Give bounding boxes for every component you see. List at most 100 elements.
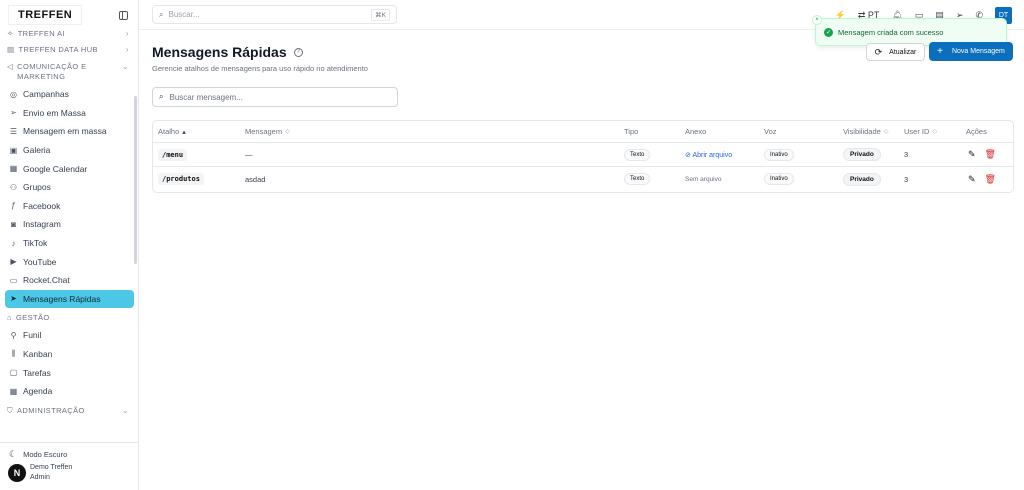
user-menu[interactable]: N Demo Treffen Admin (0, 460, 139, 483)
tiktok-icon: ♪ (11, 238, 16, 248)
user-role: Admin (30, 474, 50, 481)
shortcut-badge: ⌘K (371, 8, 390, 21)
message-text: — (245, 150, 253, 159)
chevron-right-icon: › (125, 30, 129, 38)
kanban-icon: ⫼ (11, 349, 16, 359)
section-comunicacao[interactable]: ◁ COMUNICAÇÃO E MARKETING ⌄ (0, 59, 139, 85)
attachment-link[interactable]: ⊘ Abrir arquivo (685, 151, 732, 159)
header-voz: Voz (764, 127, 777, 136)
user-name: Demo Treffen (30, 464, 73, 471)
chevron-right-icon: › (125, 45, 129, 54)
header-visibilidade[interactable]: Visibilidade ◇ (843, 121, 888, 142)
sidebar-item-kanban[interactable]: ⫼ Kanban (5, 345, 134, 364)
dark-mode-toggle[interactable]: ☾ Modo Escuro (0, 443, 139, 460)
facebook-icon: ƒ (11, 201, 16, 211)
visibility-badge: Privado (843, 148, 881, 161)
sidebar-item-grupos[interactable]: ⚇ Grupos (5, 178, 134, 197)
megaphone-icon: ◁ (7, 62, 14, 71)
message-text: asdad (245, 174, 266, 184)
clipboard-icon: ▢ (9, 368, 18, 378)
section-treffen-ai[interactable]: ✧ TREFFEN AI › (0, 30, 139, 40)
sidebar-item-facebook[interactable]: ƒ Facebook (5, 197, 134, 216)
message-search-input[interactable]: ⌕ Buscar mensagem... (152, 87, 398, 107)
sidebar-item-youtube[interactable]: ▶ YouTube (5, 252, 134, 271)
briefcase-icon: ⌂ (7, 312, 12, 322)
refresh-icon: ⟳ (874, 46, 883, 57)
header-user-id[interactable]: User ID ◇ (904, 121, 937, 142)
plus-icon: + (937, 46, 943, 57)
no-attachment-text: Sem arquivo (685, 175, 722, 183)
toast-message: Mensagem criada com sucesso (838, 27, 944, 37)
sidebar-item-google-calendar[interactable]: ▦ Google Calendar (5, 159, 134, 178)
new-message-button[interactable]: + Nova Mensagem (929, 42, 1013, 61)
trash-icon[interactable]: 🗑︎ (985, 174, 996, 185)
edit-icon[interactable]: ✎ (968, 174, 976, 185)
sidebar-footer: ☾ Modo Escuro N Demo Treffen Admin (0, 442, 139, 490)
youtube-icon: ▶ (10, 257, 17, 267)
close-icon[interactable]: × (812, 15, 822, 25)
calendar-icon: ▦ (9, 386, 18, 396)
send-icon: ➢ (10, 108, 17, 118)
user-id: 3 (904, 150, 909, 159)
help-icon[interactable]: ? (293, 47, 303, 57)
image-icon: ▣ (9, 145, 18, 155)
trash-icon[interactable]: 🗑︎ (985, 149, 996, 160)
users-icon: ⚇ (9, 182, 18, 192)
sidebar-item-rocket-chat[interactable]: ▭ Rocket.Chat (5, 271, 134, 290)
sidebar-item-tiktok[interactable]: ♪ TikTok (5, 234, 134, 253)
header-tipo: Tipo (624, 127, 639, 136)
paperclip-icon: ⊘ (685, 151, 691, 159)
sort-icon: ◇ (932, 129, 938, 135)
header-atalho[interactable]: Atalho ▴ (158, 121, 186, 142)
header-anexo: Anexo (685, 127, 707, 136)
global-search-input[interactable]: ⌕ Buscar... ⌘K (152, 5, 397, 24)
calendar-icon: ▦ (9, 164, 18, 174)
sidebar-item-tarefas[interactable]: ▢ Tarefas (5, 363, 134, 382)
sidebar-item-agenda[interactable]: ▦ Agenda (5, 382, 134, 401)
refresh-button[interactable]: ⟳ Atualizar (866, 43, 925, 61)
avatar: N (8, 464, 26, 482)
sidebar-item-mensagens-rapidas[interactable]: ➤ Mensagens Rápidas (5, 289, 134, 309)
chevron-down-icon: ⌄ (121, 406, 129, 415)
voice-badge: Inativo (764, 148, 794, 161)
visibility-badge: Privado (843, 172, 881, 186)
sidebar-item-mensagem-massa[interactable]: ☰ Mensagem em massa (5, 122, 134, 141)
check-circle-icon: ✓ (824, 27, 833, 37)
quick-messages-table: Atalho ▴ Mensagem ◇ Tipo Anexo Voz Visibil… (152, 120, 1014, 193)
edit-icon[interactable]: ✎ (968, 149, 976, 160)
header-mensagem[interactable]: Mensagem ◇ (245, 121, 290, 142)
sidebar-item-instagram[interactable]: ◙ Instagram (5, 215, 134, 234)
paper-plane-icon: ➤ (10, 294, 17, 304)
sidebar-item-envio-massa[interactable]: ➢ Envio em Massa (5, 104, 134, 123)
voice-badge: Inativo (764, 173, 794, 185)
section-data-hub[interactable]: ▤ TREFFEN DATA HUB › (0, 40, 139, 59)
shortcut-code: /produtos (158, 173, 204, 185)
table-row: /menu — Texto ⊘ Abrir arquivo Inativo Pr… (153, 143, 1013, 167)
chevron-down-icon: ⌄ (121, 62, 129, 71)
sort-icon: ◇ (883, 129, 889, 135)
sparkle-icon: ✧ (7, 30, 14, 38)
sidebar-item-campanhas[interactable]: ◎ Campanhas (5, 85, 134, 104)
sidebar-item-funil[interactable]: ⚲ Funil (5, 326, 134, 345)
shield-icon: ⛉ (7, 405, 14, 415)
moon-icon: ☾ (9, 449, 18, 459)
target-icon: ◎ (10, 89, 17, 99)
sidebar-scrollbar[interactable] (134, 96, 137, 264)
search-icon: ⌕ (159, 92, 164, 101)
sidebar-header: TREFFEN (0, 0, 138, 30)
search-icon: ⌕ (159, 9, 164, 19)
logo: TREFFEN (8, 5, 83, 25)
table-row: /produtos asdad Texto Sem arquivo Inativ… (153, 167, 1013, 191)
table-header: Atalho ▴ Mensagem ◇ Tipo Anexo Voz Visibil… (153, 121, 1013, 143)
chat-icon: ▭ (9, 275, 18, 285)
shortcut-code: /menu (158, 148, 188, 161)
sort-asc-icon: ▴ (182, 128, 186, 136)
sidebar-item-galeria[interactable]: ▣ Galeria (5, 141, 134, 160)
header-acoes: Ações (966, 127, 987, 136)
sidebar-collapse-icon[interactable] (119, 10, 128, 20)
type-badge: Texto (624, 148, 651, 161)
section-administracao[interactable]: ⛉ ADMINISTRAÇÃO ⌄ (0, 401, 139, 421)
instagram-icon: ◙ (11, 219, 16, 229)
funnel-icon: ⚲ (10, 330, 17, 340)
section-gestao[interactable]: ⌂ GESTÃO (0, 308, 139, 326)
